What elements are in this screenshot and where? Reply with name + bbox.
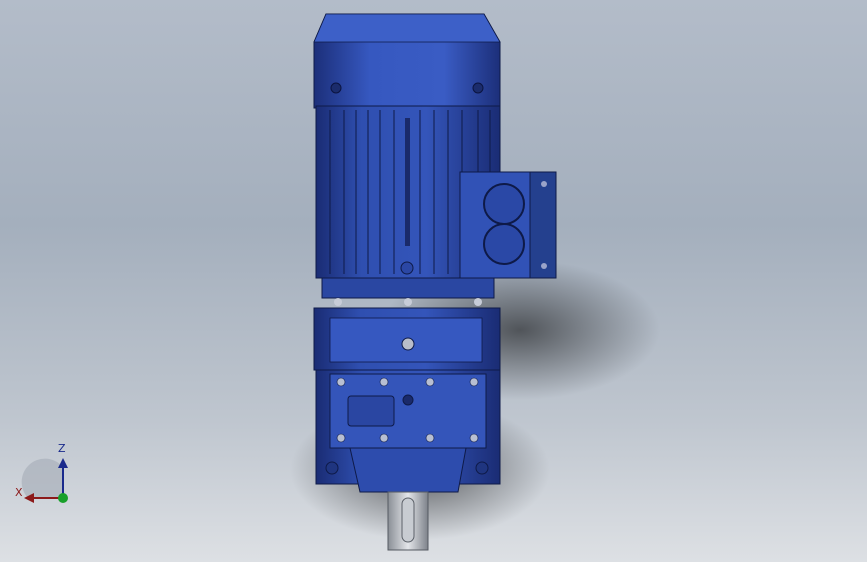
vent-plug[interactable] (401, 337, 415, 351)
flange-bolt-center (404, 298, 412, 306)
side-mount-right (475, 461, 489, 475)
output-housing[interactable] (349, 447, 467, 493)
triad-arc (21, 458, 62, 498)
oil-plug[interactable] (402, 394, 414, 406)
gear-motor-model[interactable] (0, 0, 867, 562)
triad-origin (58, 493, 68, 503)
terminal-box-side (529, 171, 557, 279)
gearbox-label-plate[interactable] (347, 395, 395, 427)
lifting-bolt[interactable] (400, 261, 414, 275)
flange-bolt-left (334, 298, 342, 306)
cad-viewport[interactable]: Z X (0, 0, 867, 562)
z-axis-label: Z (58, 442, 66, 455)
side-mount-left (325, 461, 339, 475)
shaft-keyway (401, 497, 415, 543)
motor-flange[interactable] (321, 277, 495, 299)
terminal-screw-1 (541, 181, 547, 187)
flange-bolt-right (474, 298, 482, 306)
z-axis-arrow (58, 458, 68, 468)
fan-screw-left[interactable] (330, 82, 342, 94)
terminal-screw-2 (541, 263, 547, 269)
cable-gland-upper[interactable] (483, 183, 525, 225)
nameplate-slot (405, 118, 410, 246)
fan-screw-right[interactable] (472, 82, 484, 94)
fan-cover-top-face (313, 13, 501, 43)
coordinate-triad (21, 458, 68, 503)
cable-gland-lower[interactable] (483, 223, 525, 265)
x-axis-label: X (15, 486, 23, 499)
